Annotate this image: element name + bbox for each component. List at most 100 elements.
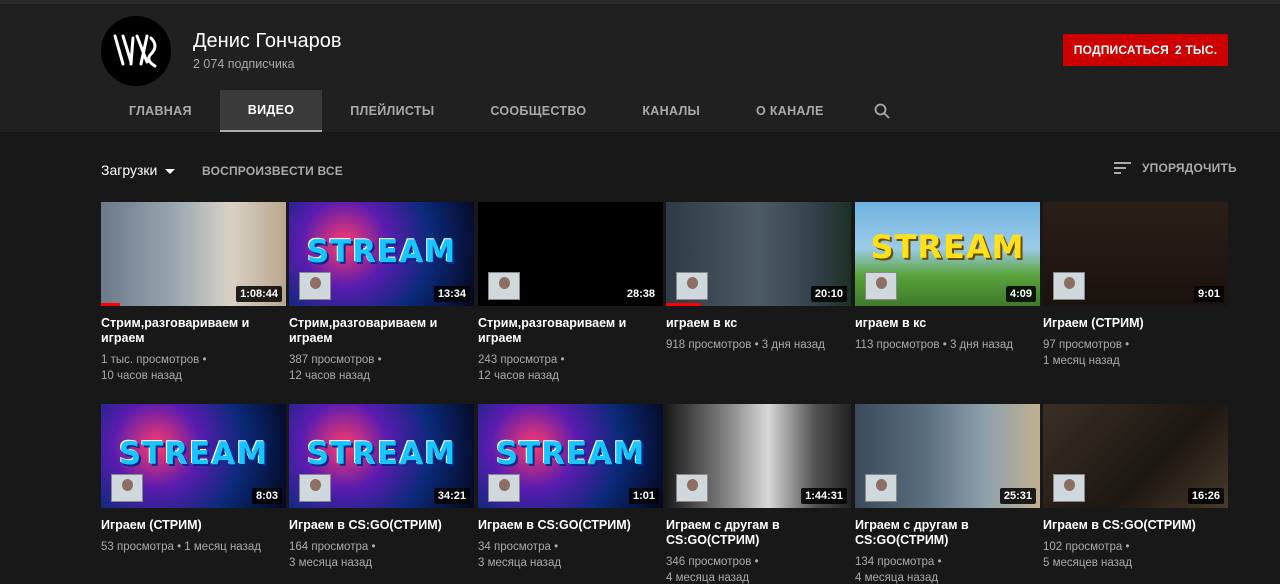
webcam-overlay (676, 272, 708, 300)
meta-separator: • (550, 541, 559, 553)
video-title[interactable]: Стрим,разговариваем и играем (478, 316, 658, 346)
video-duration: 13:34 (433, 286, 470, 302)
video-title[interactable]: Играем в CS:GO(СТРИМ) (1043, 518, 1223, 533)
tab-about[interactable]: О КАНАЛЕ (728, 90, 852, 132)
meta-separator: • (939, 339, 950, 351)
video-title[interactable]: Играем с другам в CS:GO(СТРИМ) (855, 518, 1035, 548)
video-thumbnail[interactable]: 1:08:44 (101, 202, 286, 306)
view-count: 34 просмотра (478, 541, 551, 553)
video-duration: 34:21 (433, 488, 470, 504)
webcam-overlay (299, 474, 331, 502)
sort-button[interactable]: УПОРЯДОЧИТЬ (1114, 161, 1237, 175)
video-card[interactable]: STREAM 34:21 Играем в CS:GO(СТРИМ) 164 прос… (289, 404, 474, 571)
video-meta: 97 просмотров • 1 месяц назад (1043, 337, 1228, 369)
tab-playlists[interactable]: ПЛЕЙЛИСТЫ (322, 90, 462, 132)
tab-videos[interactable]: ВИДЕО (219, 90, 323, 132)
video-card[interactable]: STREAM 13:34 Стрим,разговариваем и играем 3… (289, 202, 474, 384)
meta-separator: • (557, 354, 565, 366)
view-count: 53 просмотра (101, 541, 174, 553)
upload-age: 10 часов назад (101, 370, 182, 382)
video-meta: 53 просмотра • 1 месяц назад (101, 539, 286, 555)
play-all-link[interactable]: ВОСПРОИЗВЕСТИ ВСЕ (202, 164, 343, 178)
banner-strip (0, 0, 1280, 4)
video-title[interactable]: играем в кс (855, 316, 1035, 331)
video-card[interactable]: STREAM 1:01 Играем в CS:GO(СТРИМ) 34 просмо… (478, 404, 663, 571)
webcam-overlay (865, 272, 897, 300)
channel-name: Денис Гончаров (193, 30, 342, 52)
channel-avatar[interactable] (101, 16, 171, 86)
tab-community[interactable]: СООБЩЕСТВО (462, 90, 614, 132)
thumbnail-text: STREAM (306, 436, 457, 472)
upload-age: 4 месяца назад (666, 572, 750, 584)
video-duration: 20:10 (810, 286, 847, 302)
video-title[interactable]: Играем в CS:GO(СТРИМ) (289, 518, 469, 533)
upload-age: 4 месяца назад (855, 572, 939, 584)
video-card[interactable]: STREAM 8:03 Играем (СТРИМ) 53 просмотра • 1… (101, 404, 286, 555)
watch-progress-bar (101, 303, 120, 306)
video-thumbnail[interactable]: 25:31 (855, 404, 1040, 508)
video-card[interactable]: 25:31 Играем с другам в CS:GO(СТРИМ) 134 п… (855, 404, 1040, 584)
video-title[interactable]: Играем (СТРИМ) (1043, 316, 1223, 331)
upload-age: 1 месяц назад (1043, 355, 1120, 367)
avatar-logo-icon (101, 16, 171, 86)
watch-progress-bar (666, 303, 702, 306)
meta-separator: • (934, 556, 942, 568)
video-meta: 164 просмотра • 3 месяца назад (289, 539, 474, 571)
webcam-overlay (488, 272, 520, 300)
video-thumbnail[interactable]: STREAM 4:09 (855, 202, 1040, 306)
view-count: 113 просмотров (855, 339, 940, 351)
sort-label: УПОРЯДОЧИТЬ (1142, 161, 1237, 175)
video-duration: 1:44:31 (801, 488, 847, 504)
webcam-overlay (111, 474, 143, 502)
video-title[interactable]: Играем в CS:GO(СТРИМ) (478, 518, 658, 533)
thumbnail-text: STREAM (118, 436, 269, 472)
video-card[interactable]: 20:10 играем в кс 918 просмотров • 3 дня н… (666, 202, 851, 353)
video-thumbnail[interactable]: 1:44:31 (666, 404, 851, 508)
video-card[interactable]: 28:38 Стрим,разговариваем и играем 243 про… (478, 202, 663, 384)
video-duration: 16:26 (1187, 488, 1224, 504)
uploads-dropdown[interactable]: Загрузки (101, 162, 176, 178)
tab-home[interactable]: ГЛАВНАЯ (101, 90, 220, 132)
video-thumbnail[interactable]: STREAM 8:03 (101, 404, 286, 508)
tab-channels[interactable]: КАНАЛЫ (614, 90, 728, 132)
video-title[interactable]: Играем (СТРИМ) (101, 518, 281, 533)
channel-tabs: ГЛАВНАЯ ВИДЕО ПЛЕЙЛИСТЫ СООБЩЕСТВО КАНАЛ… (101, 90, 912, 132)
subscribe-button[interactable]: ПОДПИСАТЬСЯ 2 ТЫС. (1063, 34, 1228, 66)
video-title[interactable]: Стрим,разговариваем и играем (289, 316, 469, 346)
video-thumbnail[interactable]: 16:26 (1043, 404, 1228, 508)
subscribe-count: 2 ТЫС. (1174, 43, 1218, 57)
video-duration: 8:03 (251, 488, 282, 504)
upload-age: 3 дня назад (949, 339, 1014, 351)
video-duration: 1:01 (628, 488, 659, 504)
video-meta: 918 просмотров • 3 дня назад (666, 337, 851, 353)
video-thumbnail[interactable]: STREAM 1:01 (478, 404, 663, 508)
video-card[interactable]: 16:26 Играем в CS:GO(СТРИМ) 102 просмотра … (1043, 404, 1228, 571)
upload-age: 12 часов назад (478, 370, 559, 382)
channel-search-button[interactable] (852, 90, 912, 132)
video-card[interactable]: STREAM 4:09 играем в кс 113 просмотров • 3 … (855, 202, 1040, 353)
video-title[interactable]: Играем с другам в CS:GO(СТРИМ) (666, 518, 846, 548)
video-duration: 1:08:44 (236, 286, 282, 302)
video-title[interactable]: играем в кс (666, 316, 846, 331)
webcam-overlay (1053, 272, 1085, 300)
meta-separator: • (751, 556, 759, 568)
view-count: 134 просмотра (855, 556, 935, 568)
video-duration: 4:09 (1005, 286, 1036, 302)
sort-icon (1114, 162, 1131, 174)
video-thumbnail[interactable]: 20:10 (666, 202, 851, 306)
video-title[interactable]: Стрим,разговариваем и играем (101, 316, 281, 346)
view-count: 346 просмотров (666, 556, 752, 568)
video-thumbnail[interactable]: 9:01 (1043, 202, 1228, 306)
uploads-label: Загрузки (101, 162, 158, 178)
video-thumbnail[interactable]: STREAM 34:21 (289, 404, 474, 508)
upload-age: 5 месяцев назад (1043, 557, 1133, 569)
video-thumbnail[interactable]: STREAM 13:34 (289, 202, 474, 306)
view-count: 97 просмотров (1043, 339, 1122, 351)
view-count: 1 тыс. просмотров (101, 354, 200, 366)
video-card[interactable]: 9:01 Играем (СТРИМ) 97 просмотров • 1 меся… (1043, 202, 1228, 369)
video-card[interactable]: 1:44:31 Играем с другам в CS:GO(СТРИМ) 346… (666, 404, 851, 584)
upload-age: 3 месяца назад (478, 557, 562, 569)
video-thumbnail[interactable]: 28:38 (478, 202, 663, 306)
view-count: 164 просмотра (289, 541, 369, 553)
video-card[interactable]: 1:08:44 Стрим,разговариваем и играем 1 тыс… (101, 202, 286, 384)
